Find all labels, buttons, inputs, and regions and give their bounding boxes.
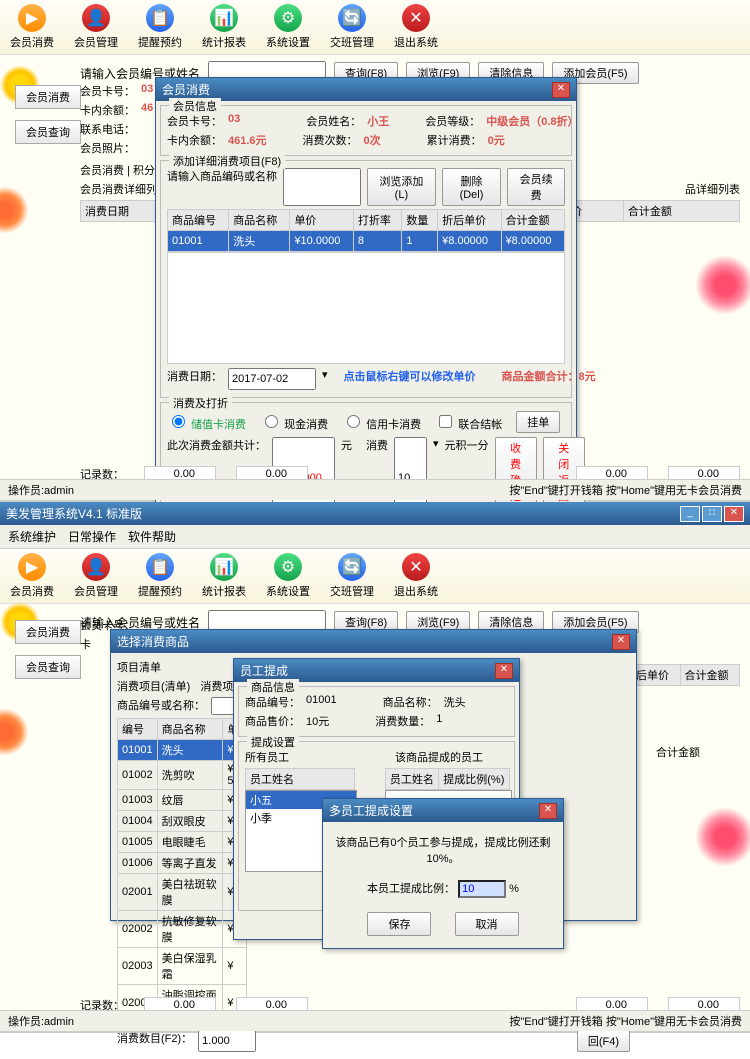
menu-bar: 系统维护 日常操作 软件帮助 [0, 525, 750, 549]
save-button[interactable]: 保存 [367, 912, 431, 936]
toolbar-settings[interactable]: ⚙系统设置 [266, 4, 310, 50]
toolbar-report[interactable]: 📊统计报表 [202, 4, 246, 50]
close-icon: ✕ [402, 553, 430, 581]
menu-item[interactable]: 日常操作 [68, 528, 116, 545]
delete-button[interactable]: 删除(Del) [442, 168, 501, 206]
hold-button[interactable]: 挂单 [516, 411, 560, 433]
pay-cash-radio[interactable]: 现金消费 [260, 412, 328, 432]
window-titlebar: 美发管理系统V4.1 标准版 _ □ ✕ [0, 502, 750, 525]
product-grid[interactable]: 编号商品名称单 01001洗头¥ 01002洗剪吹¥ 5 01003纹唇¥ 01… [117, 718, 247, 1022]
close-button[interactable]: ✕ [724, 506, 744, 522]
notebook-icon: 📋 [146, 553, 174, 581]
toolbar-settings[interactable]: ⚙系统设置 [266, 553, 310, 599]
main-toolbar: ▶会员消费 👤会员管理 📋提醒预约 📊统计报表 ⚙系统设置 🔄交班管理 ✕退出系… [0, 0, 750, 55]
table-row[interactable]: 01001洗头¥10.000081¥8.00000¥8.00000 [168, 231, 565, 252]
gear-icon: ⚙ [274, 4, 302, 32]
multi-commission-dialog: 多员工提成设置 ✕ 该商品已有0个员工参与提成，提成比例还剩10%。 本员工提成… [322, 798, 564, 949]
items-grid[interactable]: 商品编号商品名称单价打折率数量折后单价合计金额 01001洗头¥10.00008… [167, 209, 565, 252]
pay-join-check[interactable]: 联合结帐 [435, 412, 502, 432]
close-button[interactable]: ✕ [612, 634, 630, 650]
close-button[interactable]: ✕ [539, 803, 557, 819]
list-item[interactable]: 01002洗剪吹¥ 5 [118, 761, 247, 790]
decoration-flower [690, 802, 750, 872]
user-icon: 👤 [82, 553, 110, 581]
screen-1: ▶会员消费 👤会员管理 📋提醒预约 📊统计报表 ⚙系统设置 🔄交班管理 ✕退出系… [0, 0, 750, 502]
member-info-group: 会员信息 会员卡号：03 会员姓名：小王 会员等级：中级会员（0.8折） 卡内余… [160, 105, 572, 156]
qty-input[interactable] [198, 1030, 256, 1052]
list-item[interactable]: 01003纹唇¥ [118, 790, 247, 811]
dialog-titlebar: 选择消费商品 ✕ [111, 630, 636, 653]
browse-add-button[interactable]: 浏览添加(L) [367, 168, 436, 206]
renew-button[interactable]: 会员续费 [507, 168, 565, 206]
list-item[interactable]: 02003美白保湿乳霜¥ [118, 948, 247, 985]
status-bar: 操作员:admin按"End"键打开钱箱 按"Home"键用无卡会员消费 [0, 479, 750, 500]
toolbar-shift[interactable]: 🔄交班管理 [330, 4, 374, 50]
close-button[interactable]: ✕ [495, 663, 513, 679]
list-item[interactable]: 01006等离子直发¥ [118, 853, 247, 874]
list-item[interactable]: 02001美白祛斑软膜¥ [118, 874, 247, 911]
toolbar-exit[interactable]: ✕退出系统 [394, 553, 438, 599]
close-icon: ✕ [402, 4, 430, 32]
return-button[interactable]: 回(F4) [577, 1030, 630, 1052]
toolbar-consume[interactable]: ▶会员消费 [10, 4, 54, 50]
decoration-flower [0, 180, 30, 240]
decoration-flower [690, 250, 750, 320]
main-toolbar: ▶会员消费 👤会员管理 📋提醒预约 📊统计报表 ⚙系统设置 🔄交班管理 ✕退出系… [0, 549, 750, 604]
gear-icon: ⚙ [274, 553, 302, 581]
list-item[interactable]: 01004刮双眼皮¥ [118, 811, 247, 832]
dropdown-icon[interactable]: ▾ [322, 368, 328, 390]
cancel-button[interactable]: 取消 [455, 912, 519, 936]
tab-consume[interactable]: 会员消费 [15, 85, 81, 109]
message-text: 该商品已有0个员工参与提成，提成比例还剩10%。 [335, 834, 551, 866]
list-item[interactable]: 01001洗头¥ [118, 740, 247, 761]
tab-consume[interactable]: 会员消费 [15, 620, 81, 644]
user-icon: 👤 [82, 4, 110, 32]
chart-icon: 📊 [210, 553, 238, 581]
product-info-group: 商品信息 商品编号：01001商品名称：洗头 商品售价：10元消费数量：1 [238, 686, 515, 737]
list-item[interactable]: 01005电眼睫毛¥ [118, 832, 247, 853]
minimize-button[interactable]: _ [680, 506, 700, 522]
menu-item[interactable]: 系统维护 [8, 528, 56, 545]
toolbar-member[interactable]: 👤会员管理 [74, 4, 118, 50]
toolbar-consume[interactable]: ▶会员消费 [10, 553, 54, 599]
play-icon: ▶ [18, 4, 46, 32]
toolbar-shift[interactable]: 🔄交班管理 [330, 553, 374, 599]
toolbar-remind[interactable]: 📋提醒预约 [138, 4, 182, 50]
maximize-button[interactable]: □ [702, 506, 722, 522]
dialog-titlebar: 多员工提成设置 ✕ [323, 799, 563, 822]
notebook-icon: 📋 [146, 4, 174, 32]
decoration-flower [0, 702, 30, 762]
toolbar-report[interactable]: 📊统计报表 [202, 553, 246, 599]
pay-credit-radio[interactable]: 信用卡消费 [342, 412, 421, 432]
rate-input[interactable] [458, 880, 506, 898]
play-icon: ▶ [18, 553, 46, 581]
date-input[interactable] [228, 368, 316, 390]
chart-icon: 📊 [210, 4, 238, 32]
tab-query[interactable]: 会员查询 [15, 655, 81, 679]
list-item[interactable]: 02002抗敏修复软膜¥ [118, 911, 247, 948]
toolbar-remind[interactable]: 📋提醒预约 [138, 553, 182, 599]
menu-item[interactable]: 软件帮助 [128, 528, 176, 545]
grid-body[interactable] [167, 252, 565, 364]
add-item-group: 添加详细消费项目(F8) 请输入商品编码或名称 浏览添加(L) 删除(Del) … [160, 160, 572, 398]
toolbar-member[interactable]: 👤会员管理 [74, 553, 118, 599]
pay-card-radio[interactable]: 储值卡消费 [167, 412, 246, 432]
swap-icon: 🔄 [338, 553, 366, 581]
swap-icon: 🔄 [338, 4, 366, 32]
close-button[interactable]: ✕ [552, 82, 570, 98]
status-bar: 操作员:admin按"End"键打开钱箱 按"Home"键用无卡会员消费 [0, 1010, 750, 1031]
toolbar-exit[interactable]: ✕退出系统 [394, 4, 438, 50]
tab-query[interactable]: 会员查询 [15, 120, 81, 144]
product-input[interactable] [283, 168, 361, 206]
screen-2: 美发管理系统V4.1 标准版 _ □ ✕ 系统维护 日常操作 软件帮助 ▶会员消… [0, 502, 750, 1033]
